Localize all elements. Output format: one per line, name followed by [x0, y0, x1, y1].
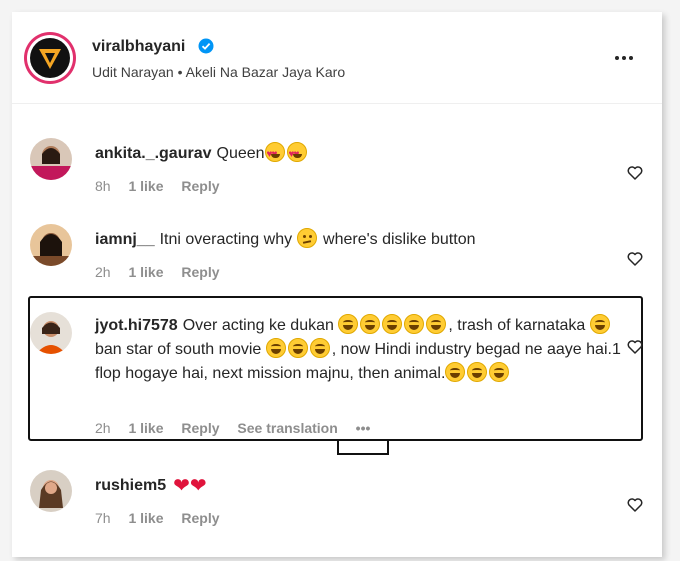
laughing-emoji-icon — [338, 314, 359, 334]
heart-outline-icon[interactable] — [626, 338, 644, 356]
audio-track[interactable]: Udit Narayan • Akeli Na Bazar Jaya Karo — [92, 64, 345, 80]
profile-avatar[interactable] — [24, 32, 76, 84]
comment-likes[interactable]: 1 like — [128, 178, 163, 194]
laughing-emoji-icon — [265, 338, 286, 358]
comment-likes[interactable]: 1 like — [128, 420, 163, 436]
comment-text: Queen — [216, 145, 265, 162]
reply-button[interactable]: Reply — [181, 178, 219, 194]
laughing-emoji-icon — [287, 338, 308, 358]
reply-button[interactable]: Reply — [181, 264, 219, 280]
laughing-emoji-icon — [360, 314, 381, 334]
comment-username[interactable]: iamnj__ — [95, 231, 155, 248]
laughing-emoji-icon — [309, 338, 330, 358]
red-hearts-emoji-icon: ❤❤ — [173, 475, 207, 497]
more-options-icon[interactable] — [612, 48, 636, 68]
avatar[interactable] — [30, 138, 72, 180]
laughing-emoji-icon — [467, 362, 488, 382]
highlight-frame-tail — [337, 441, 389, 455]
heart-eyes-emoji-icon — [264, 142, 285, 167]
comment-time: 2h — [95, 264, 111, 280]
laughing-emoji-icon — [404, 314, 425, 334]
comment-username[interactable]: ankita._.gaurav — [95, 145, 212, 162]
verified-badge-icon — [198, 38, 214, 54]
comment-more-icon[interactable]: ••• — [356, 420, 371, 436]
laughing-emoji-icon — [589, 314, 610, 334]
see-translation-button[interactable]: See translation — [237, 420, 337, 436]
heart-outline-icon[interactable] — [626, 164, 644, 182]
comment-likes[interactable]: 1 like — [128, 510, 163, 526]
comment-text-continued: where's dislike button — [323, 231, 476, 248]
comment-text: Over acting ke dukan — [182, 317, 334, 334]
confused-emoji-icon — [296, 228, 317, 248]
heart-outline-icon[interactable] — [626, 496, 644, 514]
comment-likes[interactable]: 1 like — [128, 264, 163, 280]
comment-meta: 2h 1 like Reply See translation ••• — [95, 420, 384, 436]
laughing-emoji-icon — [445, 362, 466, 382]
reply-button[interactable]: Reply — [181, 420, 219, 436]
viral-logo-icon — [30, 38, 70, 78]
comment-text: Itni overacting why — [159, 231, 293, 248]
avatar[interactable] — [30, 470, 72, 512]
comment-text: , trash of karnataka — [448, 317, 586, 334]
laughing-emoji-icon — [426, 314, 447, 334]
comment-meta: 7h 1 like Reply — [95, 510, 234, 526]
comment-username[interactable]: rushiem5 — [95, 477, 166, 494]
reply-button[interactable]: Reply — [181, 510, 219, 526]
comment-time: 7h — [95, 510, 111, 526]
comment-time: 8h — [95, 178, 111, 194]
comment-text: ban star of south movie — [95, 341, 262, 358]
comment-username[interactable]: jyot.hi7578 — [95, 317, 178, 334]
heart-eyes-emoji-icon — [286, 142, 307, 167]
avatar[interactable] — [30, 224, 72, 266]
comment-time: 2h — [95, 420, 111, 436]
laughing-emoji-icon — [489, 362, 510, 382]
avatar[interactable] — [30, 312, 72, 354]
comments-card: viralbhayani Udit Narayan • Akeli Na Baz… — [12, 12, 662, 557]
post-username[interactable]: viralbhayani — [92, 38, 185, 56]
comment-meta: 8h 1 like Reply — [95, 178, 234, 194]
heart-outline-icon[interactable] — [626, 250, 644, 268]
laughing-emoji-icon — [382, 314, 403, 334]
comment-meta: 2h 1 like Reply — [95, 264, 234, 280]
post-header: viralbhayani Udit Narayan • Akeli Na Baz… — [12, 12, 662, 104]
